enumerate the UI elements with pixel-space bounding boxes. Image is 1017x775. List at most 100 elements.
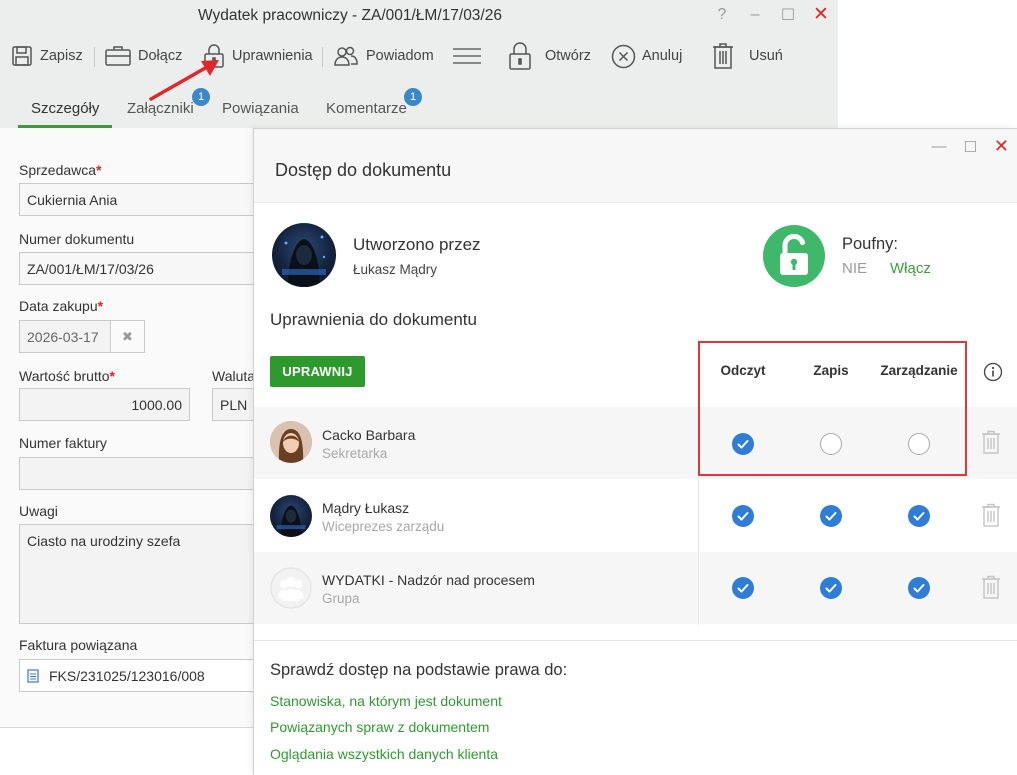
- check-access-title: Sprawdź dostęp na podstawie prawa do:: [270, 661, 568, 679]
- checkmark-icon: [737, 512, 749, 521]
- enable-confidential-link[interactable]: Włącz: [890, 260, 931, 277]
- trash-icon[interactable]: [981, 430, 1001, 455]
- invoice-number-field[interactable]: [19, 457, 259, 490]
- floppy-icon: [12, 46, 32, 66]
- delete-label: Usuń: [749, 48, 783, 64]
- trash-icon[interactable]: [981, 503, 1001, 528]
- minimize-button[interactable]: –: [746, 6, 764, 24]
- user-name: Cacko Barbara: [322, 427, 416, 443]
- read-checkbox-checked[interactable]: [732, 577, 754, 599]
- creator-avatar: [272, 223, 336, 287]
- manage-checkbox-checked[interactable]: [908, 577, 930, 599]
- write-checkbox-checked[interactable]: [820, 577, 842, 599]
- trash-icon: [713, 43, 733, 69]
- created-by-name: Łukasz Mądry: [353, 262, 438, 277]
- user-role: Sekretarka: [322, 446, 388, 461]
- check-client-data-link[interactable]: Oglądania wszystkich danych klienta: [270, 746, 498, 762]
- gross-value-label: Wartość brutto*: [19, 368, 115, 384]
- user-name: Mądry Łukasz: [322, 500, 410, 516]
- tab-attachments[interactable]: Załączniki: [127, 100, 194, 117]
- hooded-figure-icon: [282, 235, 326, 287]
- linked-invoice-label: Faktura powiązana: [19, 637, 138, 653]
- user-avatar: [270, 495, 312, 537]
- linked-invoice-value: FKS/231025/123016/008: [49, 667, 205, 684]
- cancel-button[interactable]: Anuluj: [611, 38, 682, 74]
- woman-portrait-icon: [270, 421, 312, 463]
- users-icon: [334, 46, 358, 66]
- toolbar: Zapisz Dołącz Uprawnienia Powiadom Otwór…: [0, 38, 838, 74]
- save-button[interactable]: Zapisz: [10, 38, 83, 74]
- toolbar-divider: [94, 47, 95, 67]
- dialog-title: Dostęp do dokumentu: [275, 160, 452, 180]
- highlight-frame: [698, 341, 967, 476]
- open-label: Otwórz: [545, 48, 591, 64]
- currency-label: Waluta: [212, 368, 256, 384]
- manage-checkbox-checked[interactable]: [908, 505, 930, 527]
- write-checkbox-checked[interactable]: [820, 505, 842, 527]
- dialog-close-button[interactable]: ✕: [994, 136, 1009, 157]
- open-button[interactable]: Otwórz: [507, 38, 591, 74]
- document-access-dialog: Dostęp do dokumentu — ☐ ✕ Utworzono prze…: [253, 128, 1017, 775]
- purchase-date-value: 2026-03-17: [27, 328, 99, 345]
- toolbar-divider: [322, 47, 323, 67]
- created-by-label: Utworzono przez: [353, 235, 481, 254]
- attachments-count-badge: 1: [192, 88, 210, 106]
- seller-label: Sprzedawca*: [19, 162, 102, 178]
- document-number-field[interactable]: ZA/001/ŁM/17/03/26: [19, 252, 259, 285]
- dialog-minimize-button[interactable]: —: [931, 138, 946, 155]
- window-header: Wydatek pracowniczy - ZA/001/ŁM/17/03/26…: [0, 0, 838, 128]
- maximize-button[interactable]: ☐: [779, 5, 797, 25]
- checkmark-icon: [913, 512, 925, 521]
- confidential-value: NIE: [842, 260, 868, 277]
- dialog-maximize-button[interactable]: ☐: [963, 138, 976, 156]
- cancel-circle-icon: [611, 44, 636, 68]
- group-role: Grupa: [322, 591, 360, 606]
- document-icon: [27, 668, 39, 683]
- confidential-label: Poufny:: [842, 235, 898, 253]
- checkmark-icon: [825, 512, 837, 521]
- checkmark-icon: [825, 584, 837, 593]
- gross-value-field[interactable]: 1000.00: [19, 388, 190, 421]
- purchase-date-field[interactable]: 2026-03-17 ✖: [19, 320, 145, 353]
- help-button[interactable]: ?: [713, 6, 731, 24]
- menu-button[interactable]: [452, 38, 482, 74]
- section-divider: [254, 640, 1017, 641]
- trash-icon[interactable]: [981, 575, 1001, 600]
- check-position-link[interactable]: Stanowiska, na którym jest dokument: [270, 693, 502, 709]
- seller-field[interactable]: Cukiernia Ania: [19, 183, 259, 216]
- invoice-number-label: Numer faktury: [19, 435, 107, 451]
- grant-permission-button[interactable]: UPRAWNIJ: [270, 356, 365, 387]
- notes-label: Uwagi: [19, 503, 58, 519]
- notes-field[interactable]: Ciasto na urodziny szefa: [19, 524, 259, 624]
- delete-button[interactable]: Usuń: [711, 38, 783, 74]
- check-related-cases-link[interactable]: Powiązanych spraw z dokumentem: [270, 719, 489, 735]
- checkmark-icon: [737, 584, 749, 593]
- purchase-date-label: Data zakupu*: [19, 298, 104, 314]
- permission-row: Mądry Łukasz Wiceprezes zarządu: [254, 480, 1017, 552]
- confidential-toggle[interactable]: [763, 225, 825, 287]
- dialog-header: Dostęp do dokumentu — ☐ ✕: [254, 129, 1017, 203]
- tab-links[interactable]: Powiązania: [222, 100, 299, 117]
- permissions-label: Uprawnienia: [232, 48, 313, 64]
- read-checkbox-checked[interactable]: [732, 505, 754, 527]
- notify-button[interactable]: Powiadom: [332, 38, 434, 74]
- permissions-section-title: Uprawnienia do dokumentu: [270, 310, 477, 329]
- tab-comments[interactable]: Komentarze: [326, 100, 407, 117]
- window-title: Wydatek pracowniczy - ZA/001/ŁM/17/03/26: [198, 7, 502, 24]
- linked-invoice-field[interactable]: FKS/231025/123016/008: [19, 659, 259, 692]
- notify-label: Powiadom: [366, 48, 434, 64]
- dialog-window-controls: — ☐ ✕: [931, 136, 1009, 157]
- cancel-label: Anuluj: [642, 48, 683, 64]
- briefcase-icon: [105, 46, 131, 66]
- group-icon: [270, 567, 312, 609]
- padlock-icon: [509, 42, 531, 70]
- save-label: Zapisz: [40, 48, 83, 64]
- info-icon[interactable]: [983, 362, 1003, 382]
- clear-date-icon[interactable]: ✖: [110, 321, 144, 352]
- tab-details[interactable]: Szczegóły: [31, 100, 99, 117]
- close-button[interactable]: ✕: [812, 3, 830, 26]
- checkmark-icon: [913, 584, 925, 593]
- user-avatar: [270, 421, 312, 463]
- group-avatar: [270, 567, 312, 609]
- unlocked-padlock-icon: [780, 234, 808, 275]
